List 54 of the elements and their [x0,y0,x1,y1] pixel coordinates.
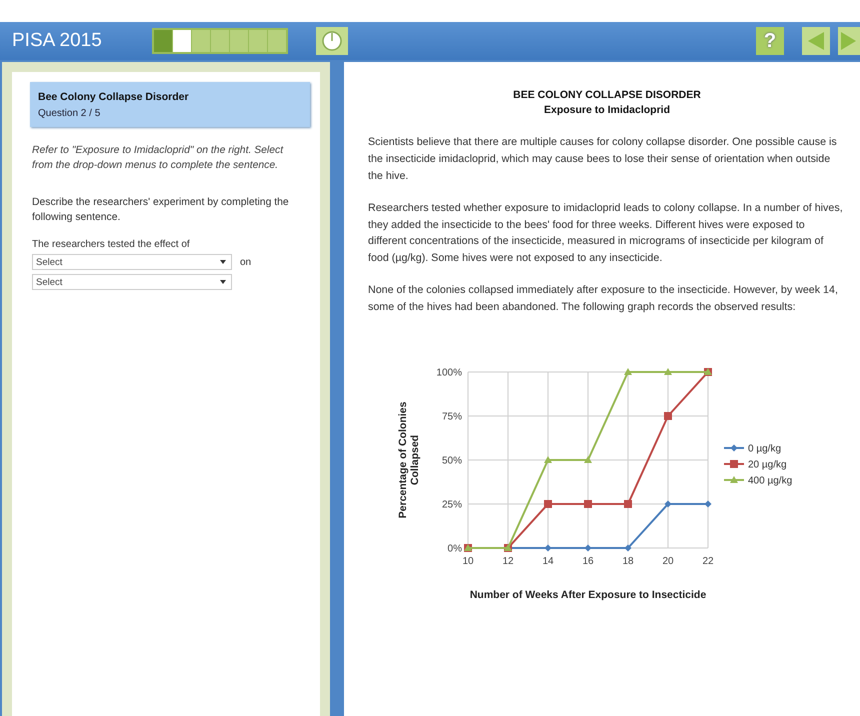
y-tick-label: 100% [436,367,462,378]
select-dropdown[interactable]: Select [32,274,232,290]
x-axis-title: Number of Weeks After Exposure to Insecticide [470,588,706,601]
passage-paragraph: None of the colonies collapsed immediately after exposure to the insecticide. However, by week 14, some of the hives had been abandoned. The following graph records the observed results: [368,283,839,316]
y-tick-label: 50% [442,455,462,466]
point [584,456,592,463]
x-tick-label: 22 [702,556,714,567]
instruction-text: Refer to "Exposure to Imidacloprid" on the right. Select from the drop-down menus to complete the sentence. [32,144,284,174]
point [624,368,632,375]
sentence-text: on [240,256,252,268]
caret-icon [220,280,226,284]
select-dropdown[interactable]: Select [32,254,232,270]
clock-icon [321,30,343,52]
y-tick-label: 25% [442,499,462,510]
legend-label: 0 µg/kg [748,443,782,454]
progress-segment[interactable] [211,30,229,52]
x-tick-label: 10 [462,556,474,567]
y-tick-label: 0% [448,543,462,554]
legend-swatch [724,444,744,452]
passage-paragraph: Researchers tested whether exposure to imidacloprid leads to colony collapse. In a number of hives, they added the insecticide to the bees' food for three weeks. Different hives were exposed to different concentrations of the insecticide, measured in micrograms of insecticide per kilogram of food (µg/kg). Some hives were not exposed to any insecticide. [368,201,844,266]
next-button[interactable] [838,27,860,55]
legend-label: 20 µg/kg [748,459,787,470]
right-arrow-icon [840,31,856,51]
progress-segment[interactable] [230,30,248,52]
passage-paragraph: Scientists believe that there are multiple causes for colony collapse disorder. One possible cause is the insecticide imidacloprid, which may cause bees to lose their sense of orientation when outside the hive. [368,135,838,184]
progress-segment[interactable] [192,30,210,52]
legend-swatch [724,476,744,483]
x-tick-label: 14 [542,556,554,567]
y-axis-title: Percentage of Colonies Collapsed [397,401,421,518]
progress-segment[interactable] [154,30,172,52]
left-arrow-icon [807,31,825,51]
y-tick-label: 75% [442,411,462,422]
legend-label: 400 µg/kg [748,475,792,486]
x-tick-label: 12 [502,556,514,567]
point [664,368,672,375]
caret-icon [220,260,226,264]
progress-segment[interactable] [268,30,286,52]
question-number: Question 2 / 5 [38,108,102,119]
legend-swatch [724,460,744,468]
timer-button[interactable] [316,27,348,55]
x-tick-label: 20 [662,556,674,567]
x-tick-label: 16 [582,556,594,567]
x-tick-label: 18 [622,556,634,567]
progress-segment[interactable] [249,30,267,52]
point [544,456,552,463]
passage-title: BEE COLONY COLLAPSE DISORDER [512,88,702,103]
passage-subtitle: Exposure to Imidacloprid [542,103,672,118]
back-button[interactable] [802,27,830,55]
unit-title: Bee Colony Collapse Disorder [38,91,190,103]
app-title: PISA 2015 [12,30,103,52]
question-text: Describe the researchers' experiment by completing the following sentence. [32,196,290,226]
sentence-text: The researchers tested the effect of [32,239,191,250]
progress-segment[interactable] [173,30,191,52]
point [664,412,672,420]
